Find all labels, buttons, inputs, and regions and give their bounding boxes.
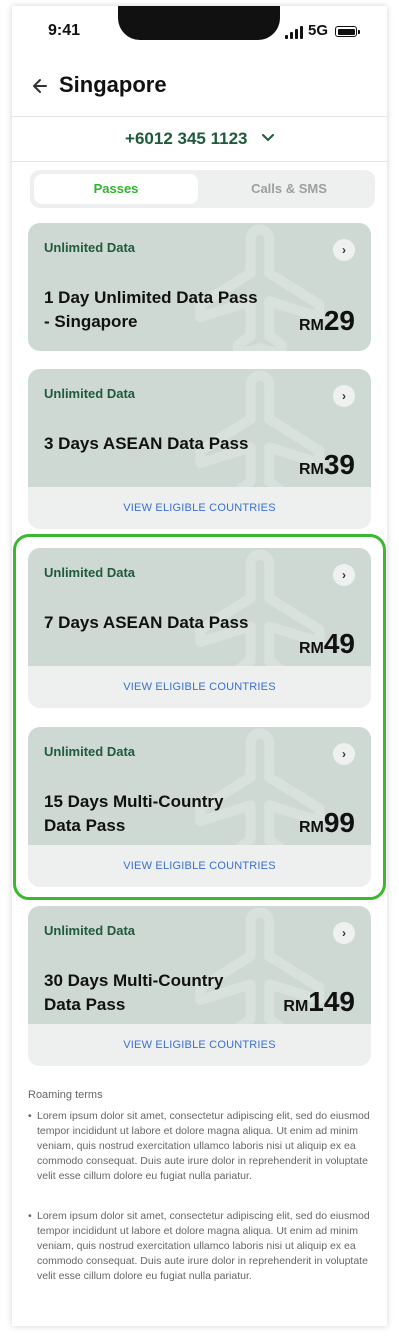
pass-card[interactable]: Unlimited Data › 15 Days Multi-Country D…: [28, 727, 371, 887]
pass-card[interactable]: Unlimited Data › 30 Days Multi-Country D…: [28, 906, 371, 1066]
page-title: Singapore: [59, 72, 167, 97]
pass-name: 15 Days Multi-Country Data Pass: [44, 792, 224, 835]
pass-card[interactable]: Unlimited Data › 3 Days ASEAN Data Pass …: [28, 369, 371, 529]
tab-calls-sms[interactable]: Calls & SMS: [207, 174, 371, 204]
pass-card[interactable]: Unlimited Data › 1 Day Unlimited Data Pa…: [28, 223, 371, 351]
pass-card-body: Unlimited Data › 15 Days Multi-Country D…: [28, 727, 371, 845]
pass-name: 30 Days Multi-Country Data Pass: [44, 971, 224, 1014]
price-amount: 39: [323, 449, 355, 480]
pass-price: RM29: [299, 305, 355, 337]
pass-price: RM149: [283, 986, 355, 1018]
view-eligible-countries-link[interactable]: VIEW ELIGIBLE COUNTRIES: [28, 666, 371, 708]
bullet: •: [28, 1210, 32, 1222]
terms-item-text: Lorem ipsum dolor sit amet, consectetur …: [37, 1110, 370, 1182]
price-currency: RM: [298, 819, 324, 836]
view-eligible-countries-link[interactable]: VIEW ELIGIBLE COUNTRIES: [28, 845, 371, 887]
chevron-right-icon[interactable]: ›: [333, 743, 355, 765]
pass-name: 7 Days ASEAN Data Pass: [44, 613, 249, 632]
notch: [118, 6, 280, 40]
terms-item: • Lorem ipsum dolor sit amet, consectetu…: [28, 1109, 372, 1184]
chevron-down-icon: [261, 131, 274, 145]
price-currency: RM: [283, 998, 309, 1015]
selector-divider: [12, 161, 387, 162]
phone-number-selector[interactable]: +6012 345 1123: [12, 117, 387, 161]
page-header: Singapore: [12, 58, 387, 116]
status-time: 9:41: [48, 22, 81, 39]
pass-category: Unlimited Data: [44, 565, 136, 580]
price-currency: RM: [298, 317, 324, 334]
chevron-right-icon[interactable]: ›: [333, 564, 355, 586]
phone-number: +6012 345 1123: [125, 129, 248, 148]
pass-price: RM99: [299, 807, 355, 839]
chevron-right-icon[interactable]: ›: [333, 385, 355, 407]
pass-card[interactable]: Unlimited Data › 7 Days ASEAN Data Pass …: [28, 548, 371, 708]
pass-name: 3 Days ASEAN Data Pass: [44, 434, 249, 453]
back-arrow-icon[interactable]: [30, 76, 50, 96]
pass-name: 1 Day Unlimited Data Pass - Singapore: [44, 288, 258, 331]
phone-frame: 9:41 5G Singapore +6012 345 1123 Passes …: [12, 6, 387, 1326]
pass-price: RM49: [299, 628, 355, 660]
pass-category: Unlimited Data: [44, 744, 136, 759]
price-currency: RM: [298, 461, 324, 478]
pass-category: Unlimited Data: [44, 923, 136, 938]
pass-card-body: Unlimited Data › 3 Days ASEAN Data Pass …: [28, 369, 371, 487]
bullet: •: [28, 1110, 32, 1122]
price-amount: 49: [323, 628, 355, 659]
battery-icon: [335, 26, 360, 37]
pass-price: RM39: [299, 449, 355, 481]
tab-bar: Passes Calls & SMS: [30, 170, 375, 208]
network-label: 5G: [308, 22, 329, 39]
view-eligible-countries-link[interactable]: VIEW ELIGIBLE COUNTRIES: [28, 487, 371, 529]
price-amount: 149: [308, 986, 355, 1017]
chevron-right-icon[interactable]: ›: [333, 239, 355, 261]
pass-category: Unlimited Data: [44, 240, 136, 255]
price-currency: RM: [298, 640, 324, 657]
status-bar: 9:41 5G: [12, 6, 387, 58]
pass-category: Unlimited Data: [44, 386, 136, 401]
chevron-right-icon[interactable]: ›: [333, 922, 355, 944]
terms-title: Roaming terms: [28, 1089, 103, 1101]
terms-item-text: Lorem ipsum dolor sit amet, consectetur …: [37, 1210, 370, 1282]
tab-passes[interactable]: Passes: [34, 174, 198, 204]
pass-card-body: Unlimited Data › 1 Day Unlimited Data Pa…: [28, 223, 371, 351]
pass-card-body: Unlimited Data › 7 Days ASEAN Data Pass …: [28, 548, 371, 666]
terms-item: • Lorem ipsum dolor sit amet, consectetu…: [28, 1209, 372, 1284]
price-amount: 99: [323, 807, 355, 838]
pass-card-body: Unlimited Data › 30 Days Multi-Country D…: [28, 906, 371, 1024]
signal-icon: [285, 25, 305, 39]
view-eligible-countries-link[interactable]: VIEW ELIGIBLE COUNTRIES: [28, 1024, 371, 1066]
price-amount: 29: [323, 305, 355, 336]
